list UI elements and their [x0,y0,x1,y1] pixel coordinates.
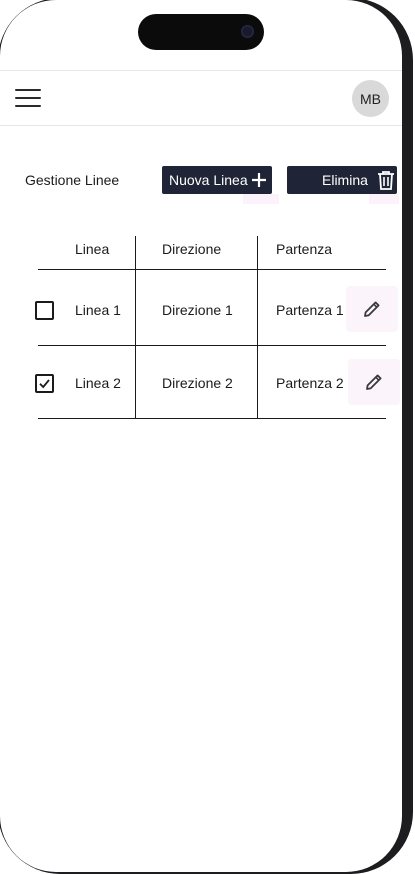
menu-line [15,105,41,107]
trash-icon [378,171,394,190]
pencil-icon [366,374,382,390]
check-icon [39,379,50,389]
row-checkbox-linea-1[interactable] [35,301,54,320]
page-title: Gestione Linee [25,172,120,188]
dynamic-island [138,14,264,50]
hamburger-menu-icon[interactable] [15,87,41,109]
column-divider [135,236,136,419]
column-header-direzione: Direzione [162,241,222,257]
button-shadow [243,194,279,204]
cell-linea: Linea 2 [75,375,121,391]
edit-button-linea-1[interactable] [346,286,398,332]
menu-line [15,97,41,99]
table-divider [38,345,386,346]
button-shadow [369,194,399,204]
cell-direzione: Direzione 2 [162,375,233,391]
row-checkbox-linea-2[interactable] [35,374,54,393]
new-line-button[interactable]: Nuova Linea [162,166,272,194]
table-divider [38,269,386,270]
top-bar: MB [0,70,402,126]
table-divider [38,418,386,419]
cell-direzione: Direzione 1 [162,302,233,318]
camera-icon [241,25,254,38]
pencil-icon [364,301,380,317]
new-line-label: Nuova Linea [169,172,248,188]
cell-linea: Linea 1 [75,302,121,318]
delete-label: Elimina [322,172,368,188]
cell-partenza: Partenza 2 [276,375,344,391]
column-divider [257,236,258,419]
cell-partenza: Partenza 1 [276,302,344,318]
column-header-partenza: Partenza [276,241,333,257]
edit-button-linea-2[interactable] [348,359,400,405]
app-screen: MB Gestione Linee Nuova Linea Elimina Li… [0,0,402,872]
phone-frame: MB Gestione Linee Nuova Linea Elimina Li… [0,0,413,874]
menu-line [15,89,41,91]
column-header-linea: Linea [75,241,110,257]
lines-table: Linea Direzione Partenza Linea 1 Direzio… [0,0,402,872]
avatar[interactable]: MB [352,80,389,117]
delete-button[interactable]: Elimina [287,166,397,194]
plus-icon [252,173,266,187]
